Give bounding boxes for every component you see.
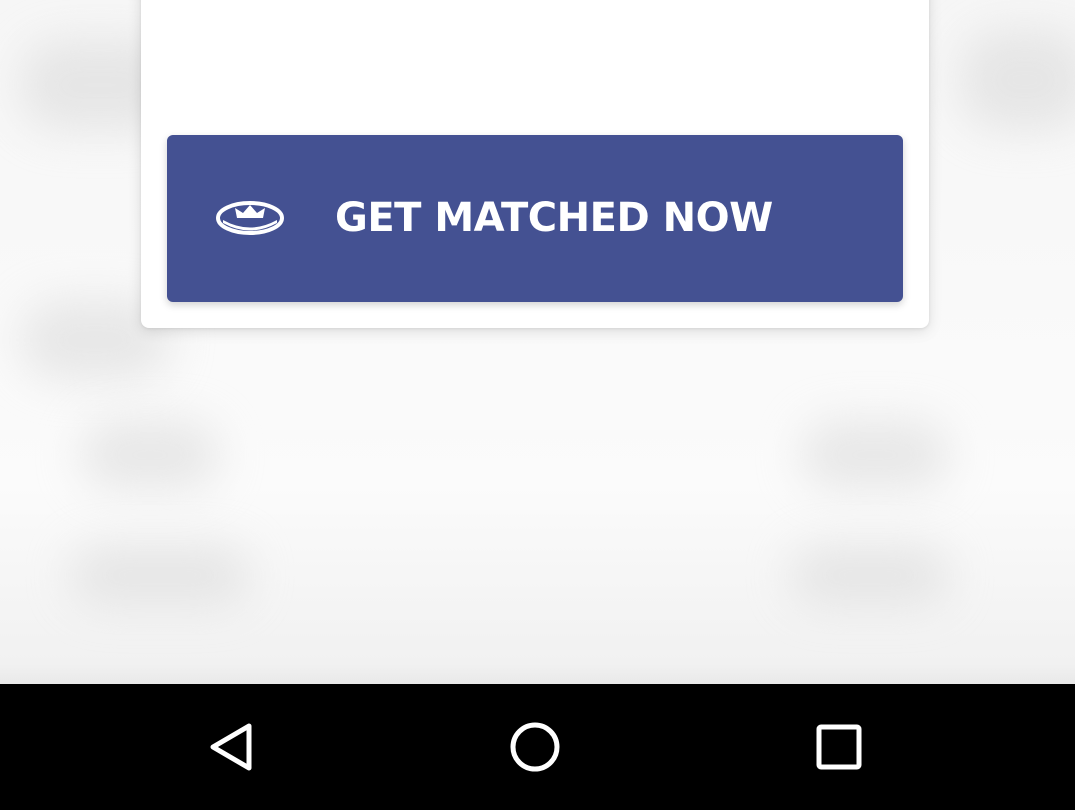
crown-badge-icon (215, 199, 285, 237)
blurred-content (800, 420, 950, 490)
blurred-content (960, 30, 1075, 130)
blurred-content (80, 420, 220, 490)
back-triangle-icon[interactable] (197, 712, 267, 782)
recents-square-icon[interactable] (804, 712, 874, 782)
blurred-content (70, 545, 250, 605)
cta-label: GET MATCHED NOW (335, 195, 773, 241)
home-circle-icon[interactable] (500, 712, 570, 782)
screen: GET MATCHED NOW (0, 0, 1075, 810)
get-matched-now-button[interactable]: GET MATCHED NOW (167, 135, 903, 302)
android-navigation-bar (0, 684, 1075, 810)
blurred-content (790, 545, 950, 605)
